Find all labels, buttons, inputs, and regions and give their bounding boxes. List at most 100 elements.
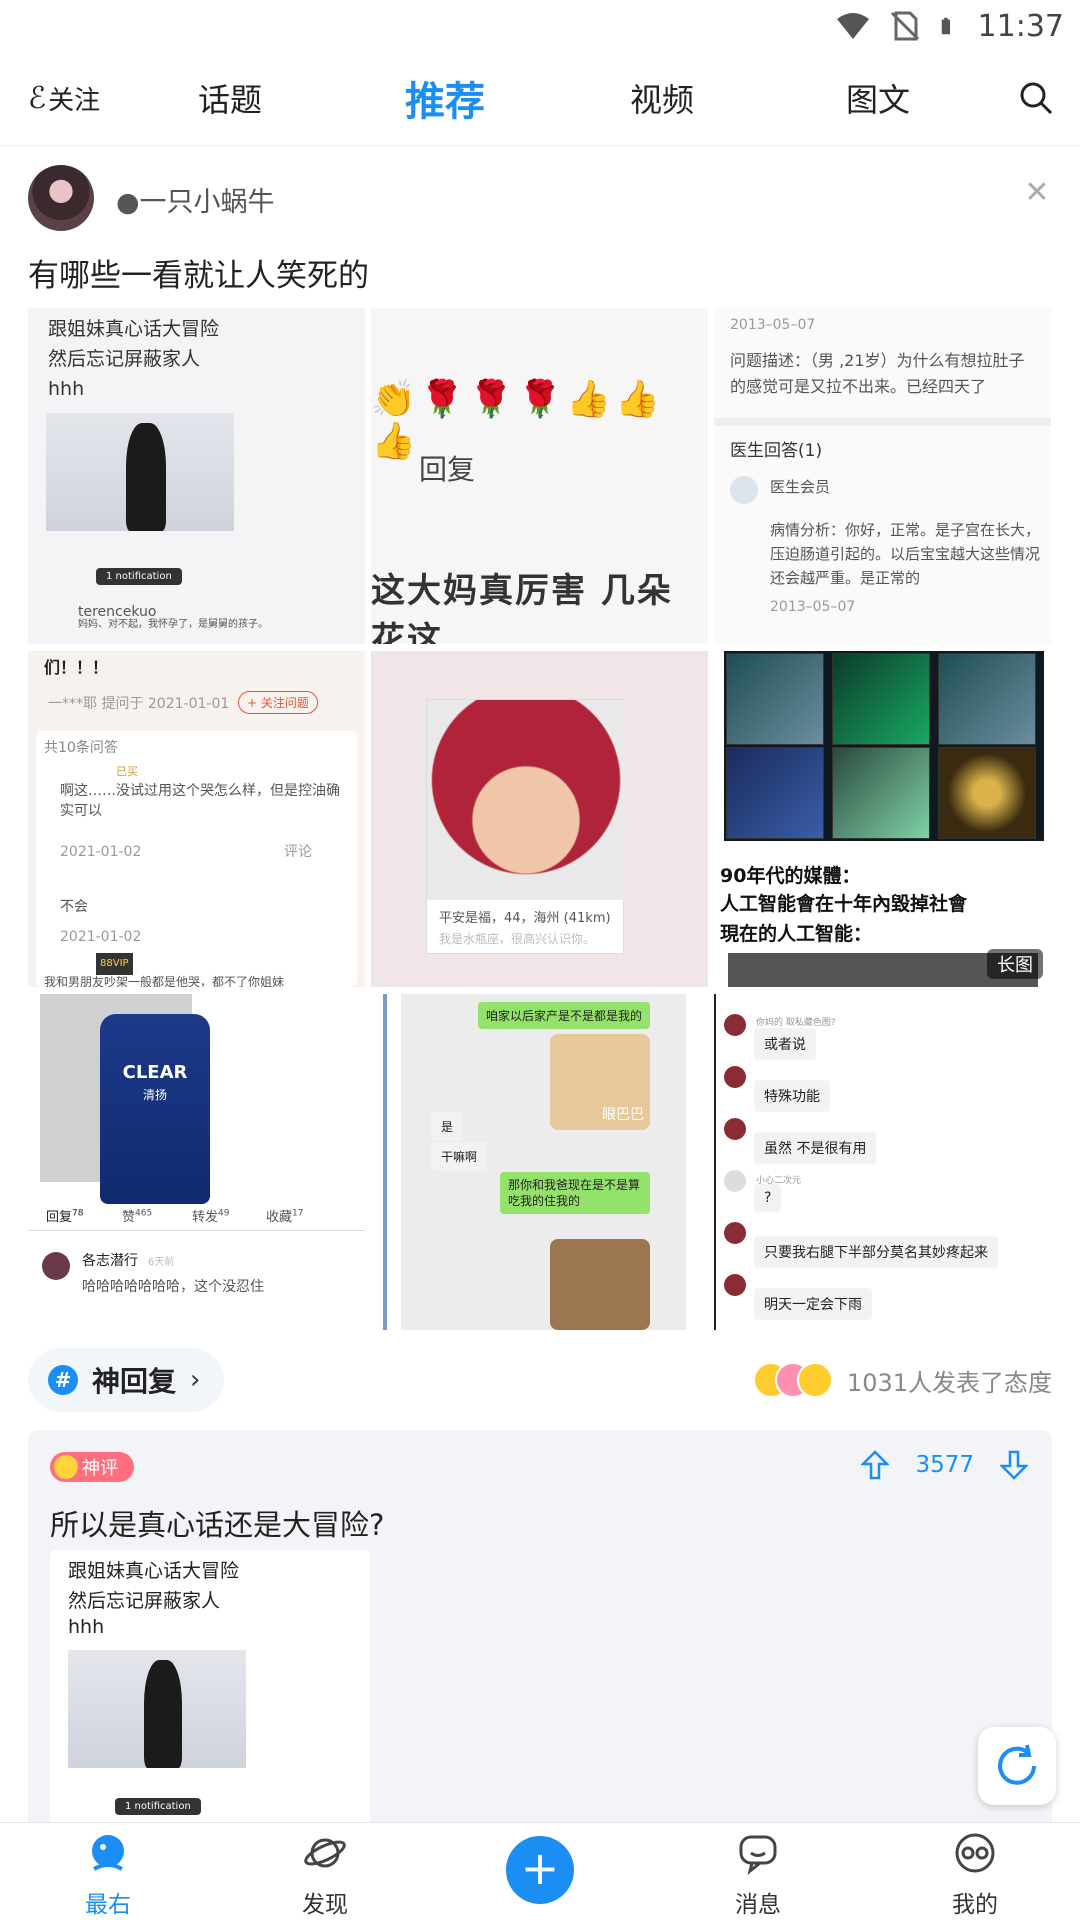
downvote-icon[interactable] [1000,1450,1028,1480]
tile3-member: 医生会员 [770,478,831,496]
search-button[interactable] [1012,50,1060,146]
tab-video[interactable]: 视频 [612,50,712,146]
cat-sticker: 眼巴巴 [550,1034,650,1130]
tile7-time: 6天前 [148,1257,175,1268]
post-title[interactable]: 有哪些一看就让人笑死的 [28,250,369,295]
tab-messages[interactable]: 消息 [708,1831,808,1919]
tab-follow-label: 关注 [48,85,101,116]
post-image-6[interactable]: 90年代的媒體： 人工智能會在十年內毀掉社會 現在的人工智能： 长图 [714,651,1051,987]
tile4-date1: 2021-01-02 [60,844,142,860]
tab-discover-label: 发现 [302,1892,348,1918]
plus-icon: + [520,1841,560,1895]
comment-img-line3: hhh [68,1616,105,1638]
god-comment-image[interactable]: 跟姐妹真心话大冒险 然后忘记屏蔽家人 hhh 1 notification [50,1550,370,1830]
tab-discover[interactable]: 发现 [275,1831,375,1919]
tile3-section: 医生回答(1) [730,441,823,461]
tile3-date2: 2013–05–07 [770,599,856,615]
tile7-like-count: 465 [135,1208,153,1219]
follow-question-button: + 关注问题 [238,691,318,714]
tongue-emoji-icon [796,1362,833,1398]
chat9-msg-3: 虽然 不是很有用 [754,1132,877,1164]
chat-msg-2: 是 [431,1112,464,1141]
god-comment-badge-label: 神评 [82,1458,118,1479]
comment-img-chip: 1 notification [115,1798,201,1815]
tile2-bigtext: 这大妈真厉害 几朵花这 [371,571,673,644]
mouse-sticker [550,1239,650,1330]
tile7-user: 各志潜行 [82,1253,138,1269]
status-bar: 11:37 [0,0,1080,50]
tab-recommend[interactable]: 推荐 [395,50,495,146]
tile4-answer3: 我和男朋友吵架一般都是他哭，都不了你姐妹 [44,975,285,987]
chat9-msg-1: 或者说 [754,1028,816,1060]
chat9-msg-6: 明天一定会下雨 [754,1288,872,1320]
chat9-msg-2: 特殊功能 [754,1080,830,1112]
post-image-7[interactable]: CLEAR 清扬 回复78 赞465 转发49 收藏17 各志潜行 6天前 哈哈… [28,994,365,1330]
tile4-bought: 已买 [116,765,138,778]
refresh-icon [998,1744,1036,1785]
tile7-tab-share: 转发 [192,1210,219,1225]
tab-home[interactable]: 最右 [58,1831,158,1919]
comment-img-photo [68,1650,246,1768]
post-image-2[interactable]: 👏🌹🌹🌹👍👍👍 回复 这大妈真厉害 几朵花这 [371,308,708,644]
chat-msg-4: 那你和我爸现在是不是算吃我的住我的 [500,1172,650,1214]
tile4-comment: 评论 [284,844,312,860]
god-comment-card[interactable]: 神评 3577 所以是真心话还是大冒险? 跟姐妹真心话大冒险 然后忘记屏蔽家人 … [28,1430,1052,1830]
tile1-photo [46,413,234,531]
follow-icon: ℰ [28,80,47,116]
profile-photo [427,700,625,900]
post-image-5[interactable]: 平安是福，44，海州 (41km) 我是水瓶座，很高兴认识你。 [371,651,708,987]
post-image-3[interactable]: 2013–05–07 问题描述：（男 ,21岁）为什么有想拉肚子的感觉可是又拉不… [714,308,1051,644]
tab-me[interactable]: 我的 [925,1831,1025,1919]
tile7-fav-count: 17 [292,1208,304,1219]
tile7-brand: CLEAR [122,1062,188,1083]
profile-card: 平安是福，44，海州 (41km) 我是水瓶座，很高兴认识你。 [426,699,625,954]
profile-glasses-icon [955,1833,995,1873]
attitude-summary[interactable]: 1031人发表了态度 [752,1362,1052,1398]
topic-tag[interactable]: # 神回复 › [28,1348,224,1412]
tile7-tabs: 回复78 赞465 转发49 收藏17 [28,1206,365,1230]
tile6-line3: 現在的人工智能： [720,923,873,945]
tile4-date2: 2021-01-02 [60,929,142,945]
tile1-line1: 跟姐妹真心话大冒险 [48,318,220,340]
battery-icon [941,17,950,35]
tab-topic[interactable]: 话题 [180,50,280,146]
tile6-line2: 人工智能會在十年內毀掉社會 [720,893,968,915]
tile7-share-count: 49 [218,1208,230,1219]
tile6-line1: 90年代的媒體： [720,865,861,887]
tile1-line3: hhh [48,378,85,400]
wechat-chat: 咱家以后家产是不是都是我的 眼巴巴 是 干嘛啊 那你和我爸现在是不是算吃我的住我… [401,994,686,1330]
avatar[interactable] [28,165,94,231]
wifi-icon [836,13,869,39]
tile7-photo: CLEAR 清扬 [40,994,210,1204]
post-image-1[interactable]: 跟姐妹真心话大冒险 然后忘记屏蔽家人 hhh 1 notification te… [28,308,365,644]
close-icon[interactable]: ✕ [1022,178,1052,208]
vote-control: 3577 [861,1450,1028,1480]
chat9-msg-4: ? [754,1184,782,1212]
tile6-collage [724,651,1044,841]
topic-name: 神回复 [92,1365,177,1398]
post-image-4[interactable]: 们！！！ 一***耶 提问于 2021-01-01 + 关注问题 共10条问答 … [28,651,365,987]
top-nav: ℰ 关注 话题 推荐 视频 图文 [0,50,1080,146]
doctor-avatar [730,476,758,504]
upvote-icon[interactable] [861,1450,890,1480]
comment-img-line1: 跟姐妹真心话大冒险 [68,1560,240,1582]
tile7-tab-reply: 回复 [46,1210,73,1225]
tile4-count: 共10条问答 [44,740,118,756]
tile4-header: 们！！！ [44,658,109,677]
tab-image-text[interactable]: 图文 [828,50,928,146]
refresh-button[interactable] [978,1727,1056,1805]
tile5-sub: 我是水瓶座，很高兴认识你。 [439,932,596,946]
tile3-date1: 2013–05–07 [730,317,816,333]
tile7-avatar [42,1252,70,1280]
author-name[interactable]: ●一只小蜗牛 [116,180,275,219]
post-image-9[interactable]: 你妈的 取私藏色图? 或者说 特殊功能 虽然 不是很有用 小心二次元 ? 只要我… [714,994,1051,1330]
post-image-8[interactable]: 咱家以后家产是不是都是我的 眼巴巴 是 干嘛啊 那你和我爸现在是不是算吃我的住我… [371,994,708,1330]
post-header: ●一只小蜗牛 ✕ [28,160,1052,232]
tile4-asker: 一***耶 提问于 2021-01-01 [48,696,230,712]
tab-follow[interactable]: ℰ 关注 [28,50,100,146]
tile1-line2: 然后忘记屏蔽家人 [48,348,201,370]
create-post-button[interactable]: + [506,1836,574,1904]
shampoo-bottle: CLEAR 清扬 [100,1014,210,1204]
tile7-brand-cn: 清扬 [142,1088,167,1102]
tile8-sticker-text: 眼巴巴 [602,1107,644,1123]
